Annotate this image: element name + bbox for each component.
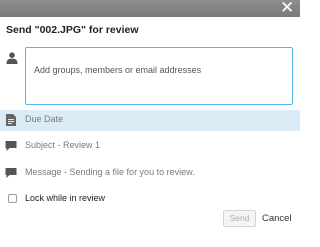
send-button[interactable]: Send [223, 210, 256, 227]
dialog-titlebar: ✕ [0, 0, 300, 17]
recipients-field[interactable] [25, 47, 293, 105]
person-icon [6, 52, 18, 64]
due-date-label: Due Date [25, 114, 64, 124]
subject-row[interactable]: Subject - Review 1 [0, 136, 300, 157]
close-icon[interactable]: ✕ [280, 0, 294, 16]
speech-bubble-icon [5, 168, 17, 178]
speech-bubble-icon [5, 141, 17, 151]
dialog-title: Send "002.JPG" for review [6, 24, 139, 36]
document-icon [6, 114, 16, 126]
message-label: Message - Sending a file for you to revi… [25, 167, 195, 177]
due-date-row[interactable]: Due Date [0, 110, 300, 131]
recipients-input[interactable] [34, 65, 284, 75]
lock-label: Lock while in review [25, 193, 106, 203]
lock-option[interactable]: Lock while in review [0, 191, 200, 207]
lock-checkbox[interactable] [8, 194, 17, 203]
subject-label: Subject - Review 1 [25, 140, 101, 150]
message-row[interactable]: Message - Sending a file for you to revi… [0, 163, 300, 184]
cancel-button[interactable]: Cancel [262, 213, 292, 224]
